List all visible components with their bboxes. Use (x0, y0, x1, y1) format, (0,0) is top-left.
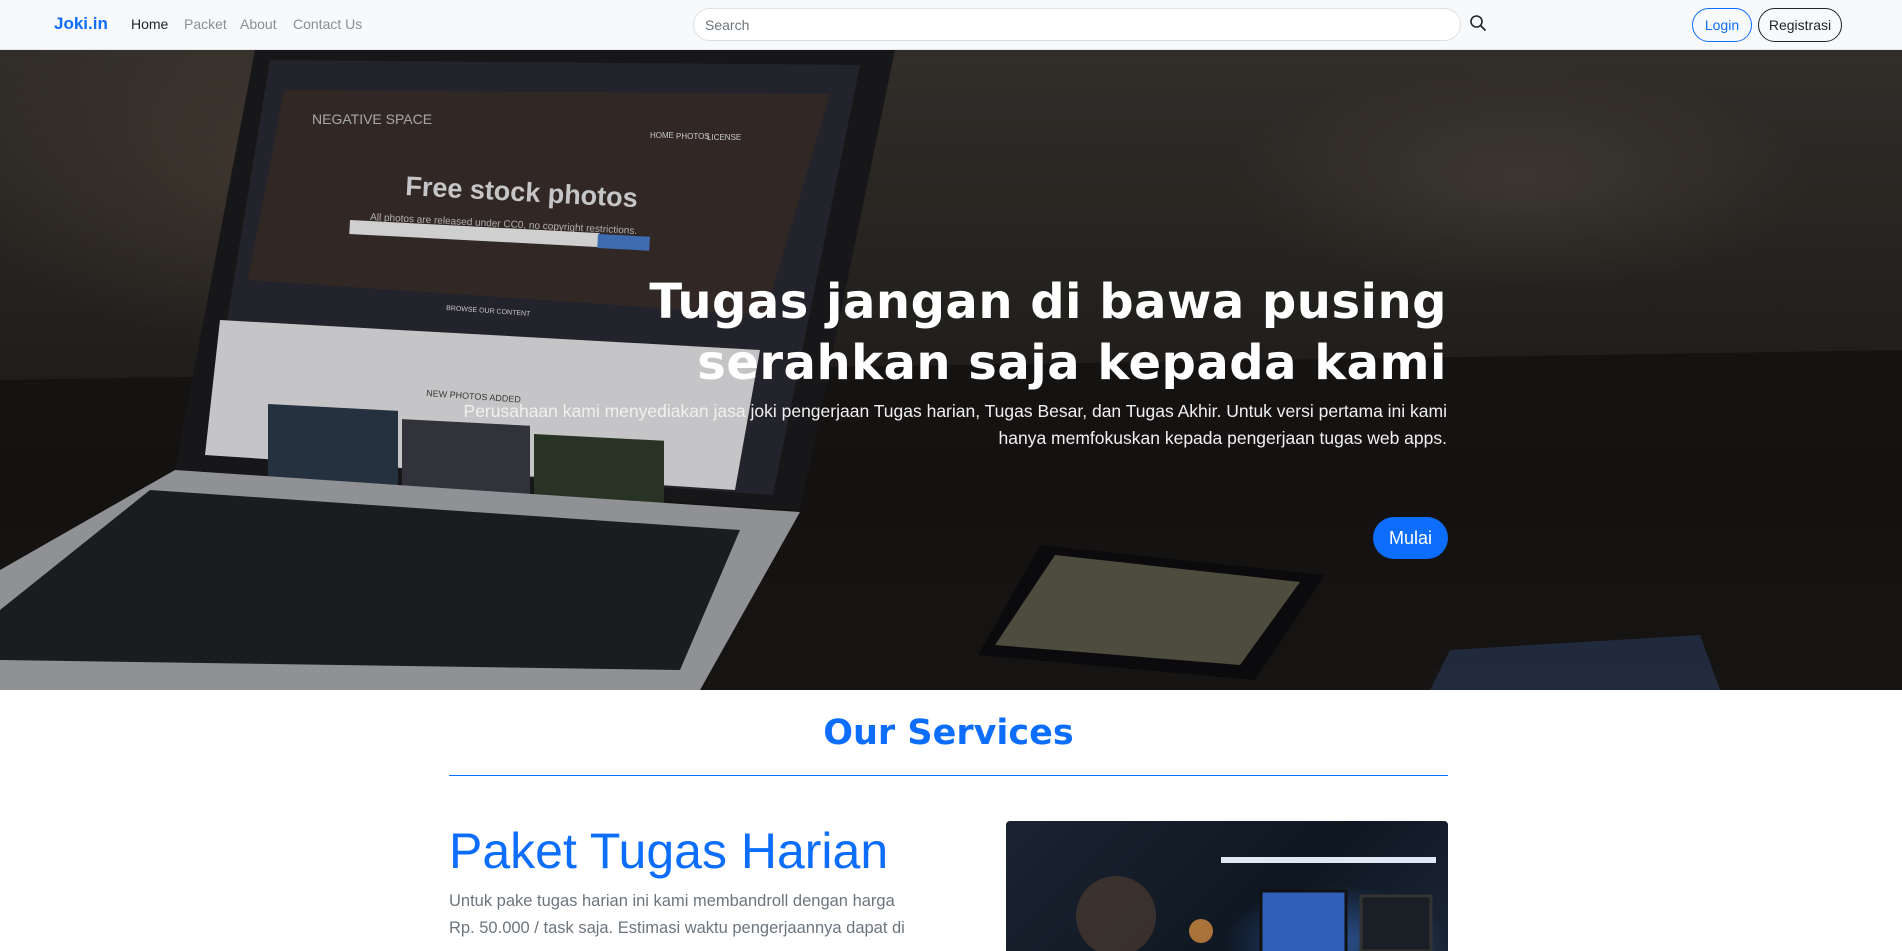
service-item-title: Paket Tugas Harian (449, 823, 889, 879)
register-button[interactable]: Registrasi (1758, 8, 1842, 42)
hero-title: Tugas jangan di bawa pusing serahkan saj… (649, 274, 1447, 391)
nav-link-about[interactable]: About (240, 16, 277, 32)
hero-subtitle: Perusahaan kami menyediakan jasa joki pe… (463, 401, 1447, 448)
search-input[interactable] (693, 8, 1461, 41)
start-button[interactable]: Mulai (1373, 517, 1448, 559)
services-title: Our Services (823, 713, 1074, 753)
service-item-description: Untuk pake tugas harian ini kami memband… (449, 892, 905, 937)
brand-logo[interactable]: Joki.in (54, 14, 108, 34)
service-item-image (1006, 821, 1448, 951)
navbar: Joki.in Home Packet About Contact Us Log… (0, 0, 1902, 50)
services-divider (449, 775, 1448, 776)
hero-banner: NEGATIVE SPACE HOME PHOTOS LICENSE Free … (0, 50, 1902, 690)
search-icon[interactable] (1469, 14, 1491, 36)
nav-link-contact[interactable]: Contact Us (293, 16, 362, 32)
login-button[interactable]: Login (1692, 8, 1752, 42)
nav-link-packet[interactable]: Packet (184, 16, 227, 32)
nav-link-home[interactable]: Home (131, 16, 168, 32)
